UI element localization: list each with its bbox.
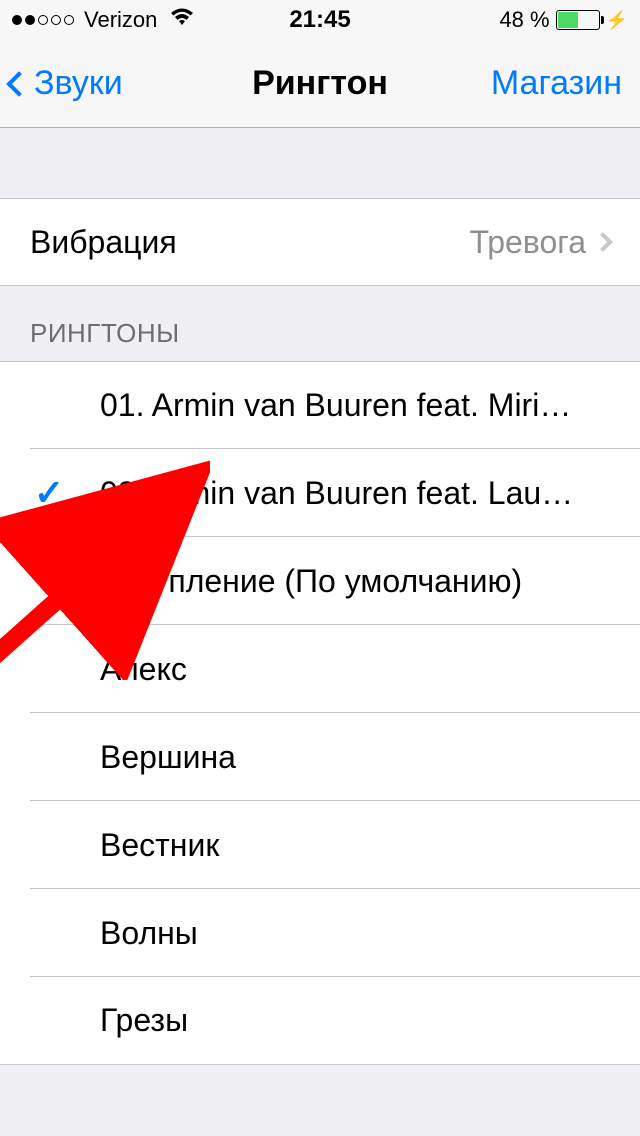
section-header-ringtones: РИНГТОНЫ (0, 286, 640, 361)
ringtone-item[interactable]: Грезы (0, 977, 640, 1065)
store-button[interactable]: Магазин (491, 64, 622, 103)
wifi-icon (169, 6, 195, 34)
battery-icon (556, 10, 600, 30)
vibration-label: Вибрация (30, 224, 469, 261)
ringtone-label: 01. Armin van Buuren feat. Miri… (100, 387, 610, 424)
ringtone-list: 01. Armin van Buuren feat. Miri… ✓ 08. A… (0, 361, 640, 1065)
ringtone-item[interactable]: Вестник (0, 801, 640, 889)
ringtone-label: Вступление (По умолчанию) (100, 563, 610, 600)
ringtone-item[interactable]: Апекс (0, 625, 640, 713)
status-bar: Verizon 21:45 48 % ⚡ (0, 0, 640, 40)
ringtone-label: 08. Armin van Buuren feat. Lau… (100, 475, 610, 512)
ringtone-item[interactable]: 01. Armin van Buuren feat. Miri… (0, 361, 640, 449)
page-title: Рингтон (252, 64, 388, 103)
signal-strength-icon (12, 15, 74, 25)
ringtone-label: Грезы (100, 1002, 610, 1039)
status-time: 21:45 (289, 6, 350, 34)
chevron-right-icon (593, 232, 613, 252)
ringtone-item[interactable]: Вступление (По умолчанию) (0, 537, 640, 625)
ringtone-label: Апекс (100, 651, 610, 688)
nav-bar: Звуки Рингтон Магазин (0, 40, 640, 128)
checkmark-icon: ✓ (34, 472, 64, 514)
status-right: 48 % ⚡ (351, 7, 628, 33)
ringtone-label: Волны (100, 915, 610, 952)
back-button[interactable]: Звуки (10, 64, 123, 103)
ringtone-item[interactable]: Вершина (0, 713, 640, 801)
status-left: Verizon (12, 6, 289, 34)
battery-percent: 48 % (499, 7, 549, 33)
charging-icon: ⚡ (606, 10, 628, 31)
back-label: Звуки (34, 64, 123, 103)
vibration-cell[interactable]: Вибрация Тревога (0, 198, 640, 286)
ringtone-item[interactable]: ✓ 08. Armin van Buuren feat. Lau… (0, 449, 640, 537)
ringtone-label: Вершина (100, 739, 610, 776)
ringtone-item[interactable]: Волны (0, 889, 640, 977)
carrier-label: Verizon (84, 7, 157, 33)
vibration-value: Тревога (469, 224, 586, 261)
chevron-left-icon (6, 71, 31, 96)
ringtone-label: Вестник (100, 827, 610, 864)
